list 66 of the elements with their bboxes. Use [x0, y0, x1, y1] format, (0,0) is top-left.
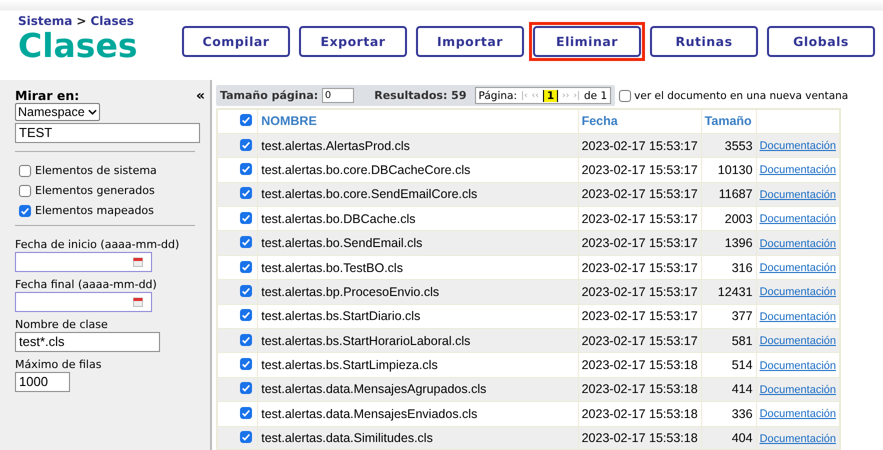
page-count: de 1 — [584, 90, 608, 102]
class-name-field[interactable]: test*.cls — [15, 332, 160, 352]
table-cell: test.alertas.data.MensajesEnviados.cls — [258, 402, 578, 426]
table-cell: 1396 — [701, 230, 756, 256]
checkbox[interactable] — [240, 406, 252, 419]
checkbox[interactable] — [240, 382, 252, 394]
current-page: 1 — [542, 90, 558, 102]
field-label: Tamaño página: — [220, 89, 318, 102]
checkbox[interactable] — [240, 309, 252, 322]
table-cell: 2023-02-17 15:53:17 — [578, 230, 702, 256]
checkbox[interactable] — [19, 184, 31, 196]
namespace-dropdown[interactable]: Namespace — [15, 103, 100, 121]
checkbox-label: ver el documento en una nueva ventana — [634, 90, 848, 102]
action-button[interactable]: Eliminar — [529, 22, 645, 61]
checkbox[interactable] — [240, 284, 252, 297]
checkbox-label: Elementos mapeados — [35, 204, 154, 217]
column-header[interactable]: Tamaño — [701, 109, 756, 134]
checkbox[interactable] — [619, 90, 632, 102]
calendar-icon[interactable] — [133, 297, 143, 307]
collapse-button[interactable]: « — [196, 90, 205, 100]
checkbox[interactable] — [19, 204, 31, 216]
field-label: Nombre de clase — [15, 318, 109, 331]
table-cell: test.alertas.bo.SendEmail.cls — [258, 230, 578, 256]
date-field[interactable] — [15, 252, 152, 272]
field-label: Fecha de inicio (aaaa-mm-dd) — [15, 238, 180, 251]
table-cell: test.alertas.bs.StartLimpieza.cls — [258, 352, 578, 378]
checkbox[interactable] — [240, 358, 252, 370]
table-cell: 2023-02-17 15:53:17 — [578, 158, 702, 182]
checkbox[interactable] — [240, 236, 252, 248]
field-label: Máximo de filas — [15, 358, 102, 371]
checkbox[interactable] — [240, 187, 252, 200]
table-cell: 336 — [701, 402, 756, 426]
checkbox[interactable] — [240, 114, 252, 126]
checkbox-label: Elementos generados — [35, 184, 155, 197]
table-cell: 10130 — [701, 158, 756, 182]
checkbox[interactable] — [240, 431, 252, 444]
table-cell: 2023-02-17 15:53:17 — [578, 280, 702, 304]
breadcrumb-link[interactable]: Sistema — [18, 14, 72, 28]
results-count: Resultados: 59 — [374, 89, 466, 102]
table-cell: 2023-02-17 15:53:18 — [578, 402, 702, 426]
max-rows-field[interactable]: 1000 — [15, 372, 70, 392]
date-field[interactable] — [15, 292, 152, 312]
checkbox[interactable] — [240, 212, 252, 224]
page-size-field[interactable]: 0 — [322, 88, 354, 103]
page-title: Clases — [18, 28, 138, 64]
checkbox-label: Elementos de sistema — [35, 164, 157, 177]
breadcrumb-current: Clases — [90, 14, 134, 28]
calendar-icon[interactable] — [133, 257, 143, 267]
checkbox[interactable] — [19, 164, 31, 176]
checkbox[interactable] — [240, 334, 252, 346]
checkbox[interactable] — [240, 260, 252, 273]
table-cell: test.alertas.bo.core.DBCacheCore.cls — [258, 158, 578, 182]
breadcrumb-separator: > — [76, 14, 86, 28]
checkbox[interactable] — [240, 162, 252, 175]
field-label: Mirar en: — [15, 88, 80, 103]
table-cell: 514 — [701, 352, 756, 378]
pager-label: Página: — [478, 90, 518, 102]
column-header[interactable]: NOMBRE — [258, 109, 578, 134]
caret-icon[interactable] — [88, 109, 97, 115]
namespace-field[interactable]: TEST — [15, 123, 200, 143]
table-cell: 2023-02-17 15:53:18 — [578, 352, 702, 378]
checkbox[interactable] — [240, 138, 252, 151]
field-label: Fecha final (aaaa-mm-dd) — [15, 278, 158, 291]
column-header[interactable]: Fecha — [578, 109, 702, 134]
table-cell: 12431 — [701, 280, 756, 304]
table-cell: test.alertas.bp.ProcesoEnvio.cls — [258, 280, 578, 304]
